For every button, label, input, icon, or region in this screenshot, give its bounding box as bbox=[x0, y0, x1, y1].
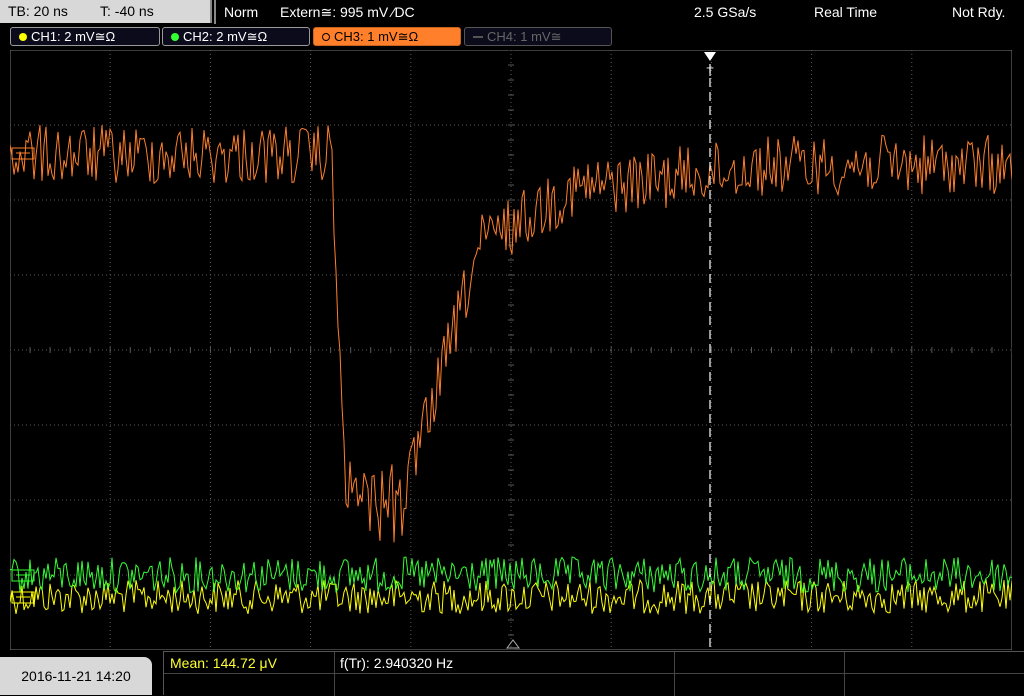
trigger-source[interactable]: Extern≅: 995 mV ⁄DC bbox=[280, 0, 415, 24]
trigger-offset[interactable]: T: -40 ns bbox=[100, 0, 154, 23]
channel-bar: CH1: 2 mV≅Ω CH2: 2 mV≅Ω CH3: 1 mV≅Ω CH4:… bbox=[0, 26, 1024, 48]
channel-ch2-label: CH2: 2 mV≅Ω bbox=[183, 29, 268, 44]
channel-ch1-button[interactable]: CH1: 2 mV≅Ω bbox=[10, 27, 160, 46]
timebase-scale[interactable]: TB: 20 ns bbox=[8, 0, 68, 23]
sample-rate[interactable]: 2.5 GSa/s bbox=[694, 0, 756, 24]
acquisition-mode[interactable]: Real Time bbox=[814, 0, 877, 24]
measurement-panel[interactable]: Mean: 144.72 μV f(Tr): 2.940320 Hz bbox=[163, 651, 1024, 696]
date-time: 2016-11-21 14:20 bbox=[0, 657, 152, 695]
channel-ch4-button[interactable]: CH4: 1 mV≅ bbox=[464, 27, 612, 46]
divider bbox=[214, 0, 216, 24]
trigger-marker-label: T bbox=[706, 65, 714, 79]
trigger-mode[interactable]: Norm bbox=[224, 0, 258, 24]
channel-ch3-label: CH3: 1 mV≅Ω bbox=[334, 29, 419, 44]
ch2-indicator-icon bbox=[171, 33, 179, 41]
bottom-bar: 2016-11-21 14:20 Mean: 144.72 μV f(Tr): … bbox=[0, 651, 1024, 696]
divider bbox=[164, 673, 1024, 674]
divider bbox=[674, 652, 675, 696]
ready-state: Not Rdy. bbox=[952, 4, 1006, 20]
ch1-indicator-icon bbox=[19, 33, 27, 41]
ch3-indicator-icon bbox=[322, 33, 330, 41]
divider bbox=[334, 652, 335, 696]
timebase-panel[interactable]: TB: 20 ns T: -40 ns bbox=[0, 0, 212, 23]
frequency-measurement[interactable]: f(Tr): 2.940320 Hz bbox=[340, 654, 453, 672]
ch4-indicator-icon bbox=[473, 36, 483, 38]
top-status-bar: TB: 20 ns T: -40 ns Norm Extern≅: 995 mV… bbox=[0, 0, 1024, 24]
channel-ch3-button[interactable]: CH3: 1 mV≅Ω bbox=[313, 27, 461, 46]
channel-ch4-label: CH4: 1 mV≅ bbox=[487, 29, 562, 44]
channel-ch2-button[interactable]: CH2: 2 mV≅Ω bbox=[162, 27, 310, 46]
waveform-display[interactable]: T bbox=[10, 50, 1012, 650]
channel-ch1-label: CH1: 2 mV≅Ω bbox=[31, 29, 116, 44]
mean-measurement[interactable]: Mean: 144.72 μV bbox=[170, 654, 277, 672]
divider bbox=[844, 652, 845, 696]
